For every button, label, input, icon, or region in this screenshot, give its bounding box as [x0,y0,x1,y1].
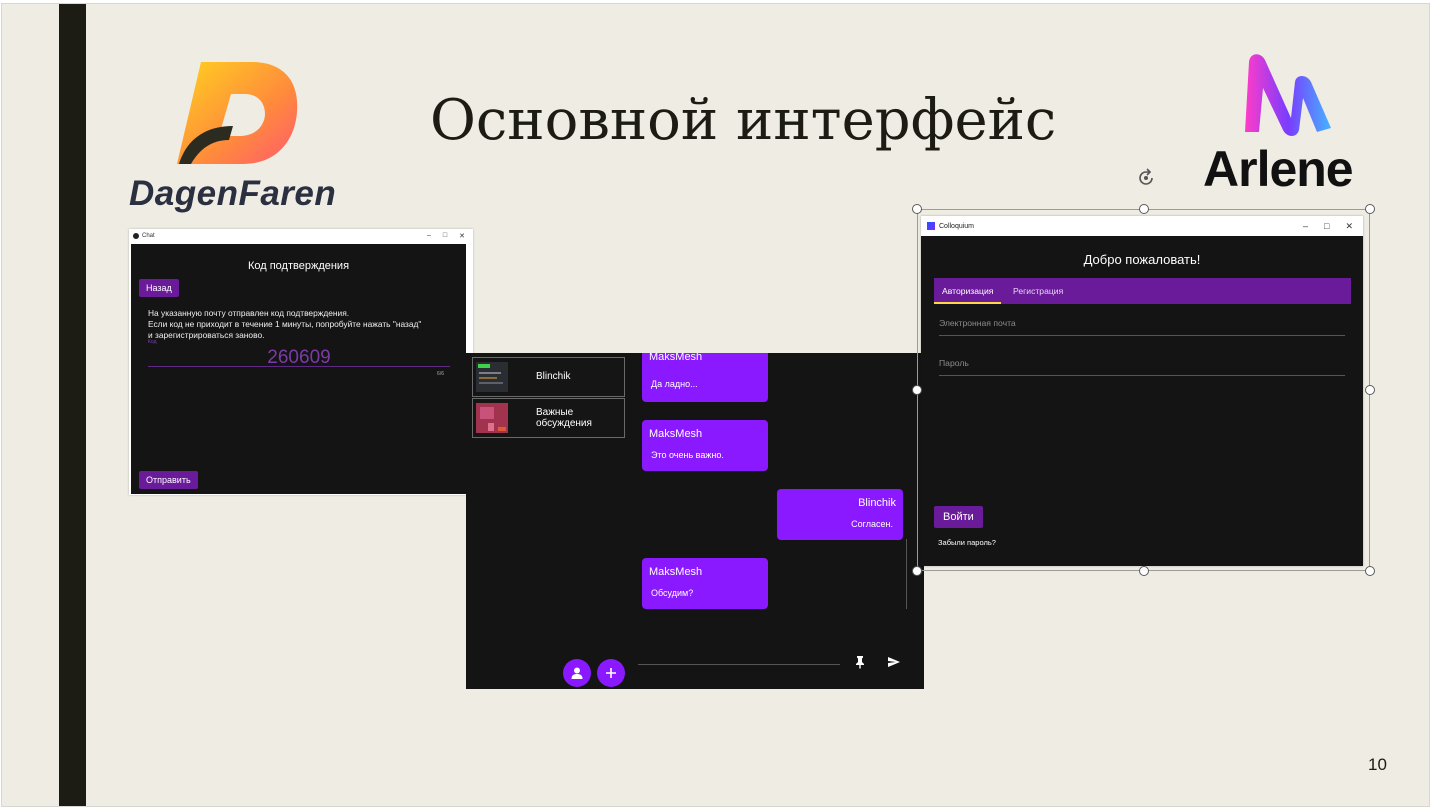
arlene-logo-mark [1245,54,1331,136]
code-heading: Код подтверждения [247,260,350,272]
dagenfaren-logo: DagenFaren [129,60,344,215]
chat-name-line: Важные [536,407,574,418]
message-text: Согласен. [851,519,893,529]
arlene-logo-text: Arlene [1203,141,1354,197]
person-icon [571,667,583,679]
chat-avatar [476,403,508,433]
resize-handle[interactable] [912,566,922,576]
page-number: 10 [1368,755,1387,774]
add-chat-button[interactable] [597,659,625,687]
chat-name: Blinchik [536,371,571,382]
resize-handle[interactable] [912,204,922,214]
message-bubble: MaksMesh Это очень важно. [642,420,768,471]
minimize-icon[interactable]: – [427,232,431,240]
app-icon [133,232,139,239]
message-bubble: MaksMesh Да ладно... [642,353,768,402]
resize-handle[interactable] [912,385,922,395]
code-window-body: Код подтверждения Назад На указанную поч… [131,244,466,494]
message-text: Обсудим? [651,588,694,598]
resize-handle[interactable] [1139,566,1149,576]
profile-button[interactable] [563,659,591,687]
code-message-line: и зарегистрироваться заново. [148,330,265,340]
message-author: Blinchik [858,497,896,509]
message-input[interactable] [638,664,840,665]
side-accent-bar [59,4,86,806]
dagenfaren-logo-mark [177,62,298,164]
message-author: MaksMesh [649,566,703,578]
code-message-line: На указанную почту отправлен код подтвер… [148,308,350,318]
message-author: MaksMesh [649,428,703,440]
resize-handle[interactable] [1365,385,1375,395]
slide-title: Основной интерфейс [430,88,1057,153]
message-bubble: MaksMesh Обсудим? [642,558,768,609]
back-button[interactable]: Назад [139,279,179,297]
pin-icon[interactable] [853,655,867,669]
code-window-titlebar: Chat – □ ✕ [129,229,473,242]
message-text: Это очень важно. [651,450,724,460]
resize-handle[interactable] [1139,204,1149,214]
selection-frame [917,209,1370,571]
chat-list-item[interactable]: Важные обсуждения [472,398,625,438]
message-bubble-own: Blinchik Согласен. [777,489,903,540]
code-message: На указанную почту отправлен код подтвер… [148,308,458,341]
rotate-handle-icon[interactable] [1134,166,1158,190]
chat-name: Важные обсуждения [536,407,592,429]
message-author: MaksMesh [649,353,703,363]
arlene-logo: Arlene [1200,52,1370,197]
chat-name-line: обсуждения [536,418,592,429]
send-icon[interactable] [887,655,901,669]
close-icon[interactable]: ✕ [459,232,465,240]
send-button[interactable]: Отправить [139,471,198,489]
code-window: Chat – □ ✕ Код подтверждения Назад На ук… [129,229,473,495]
chat-window: Blinchik Важные обсуждения MaksMesh Да л… [466,353,924,689]
code-field-hint: Код [148,339,157,345]
plus-icon [606,668,616,678]
dagenfaren-logo-text: DagenFaren [129,174,337,213]
messages-scrollbar[interactable] [906,539,907,609]
chat-avatar [476,362,508,392]
message-text: Да ладно... [651,379,698,389]
resize-handle[interactable] [1365,566,1375,576]
chat-list-item[interactable]: Blinchik [472,357,625,397]
code-message-line: Если код не приходит в течение 1 минуты,… [148,319,422,329]
code-window-title: Chat [142,232,155,239]
char-counter: 6/6 [437,371,444,377]
code-input[interactable]: 260609 [148,347,450,368]
resize-handle[interactable] [1365,204,1375,214]
maximize-icon[interactable]: □ [443,232,447,240]
